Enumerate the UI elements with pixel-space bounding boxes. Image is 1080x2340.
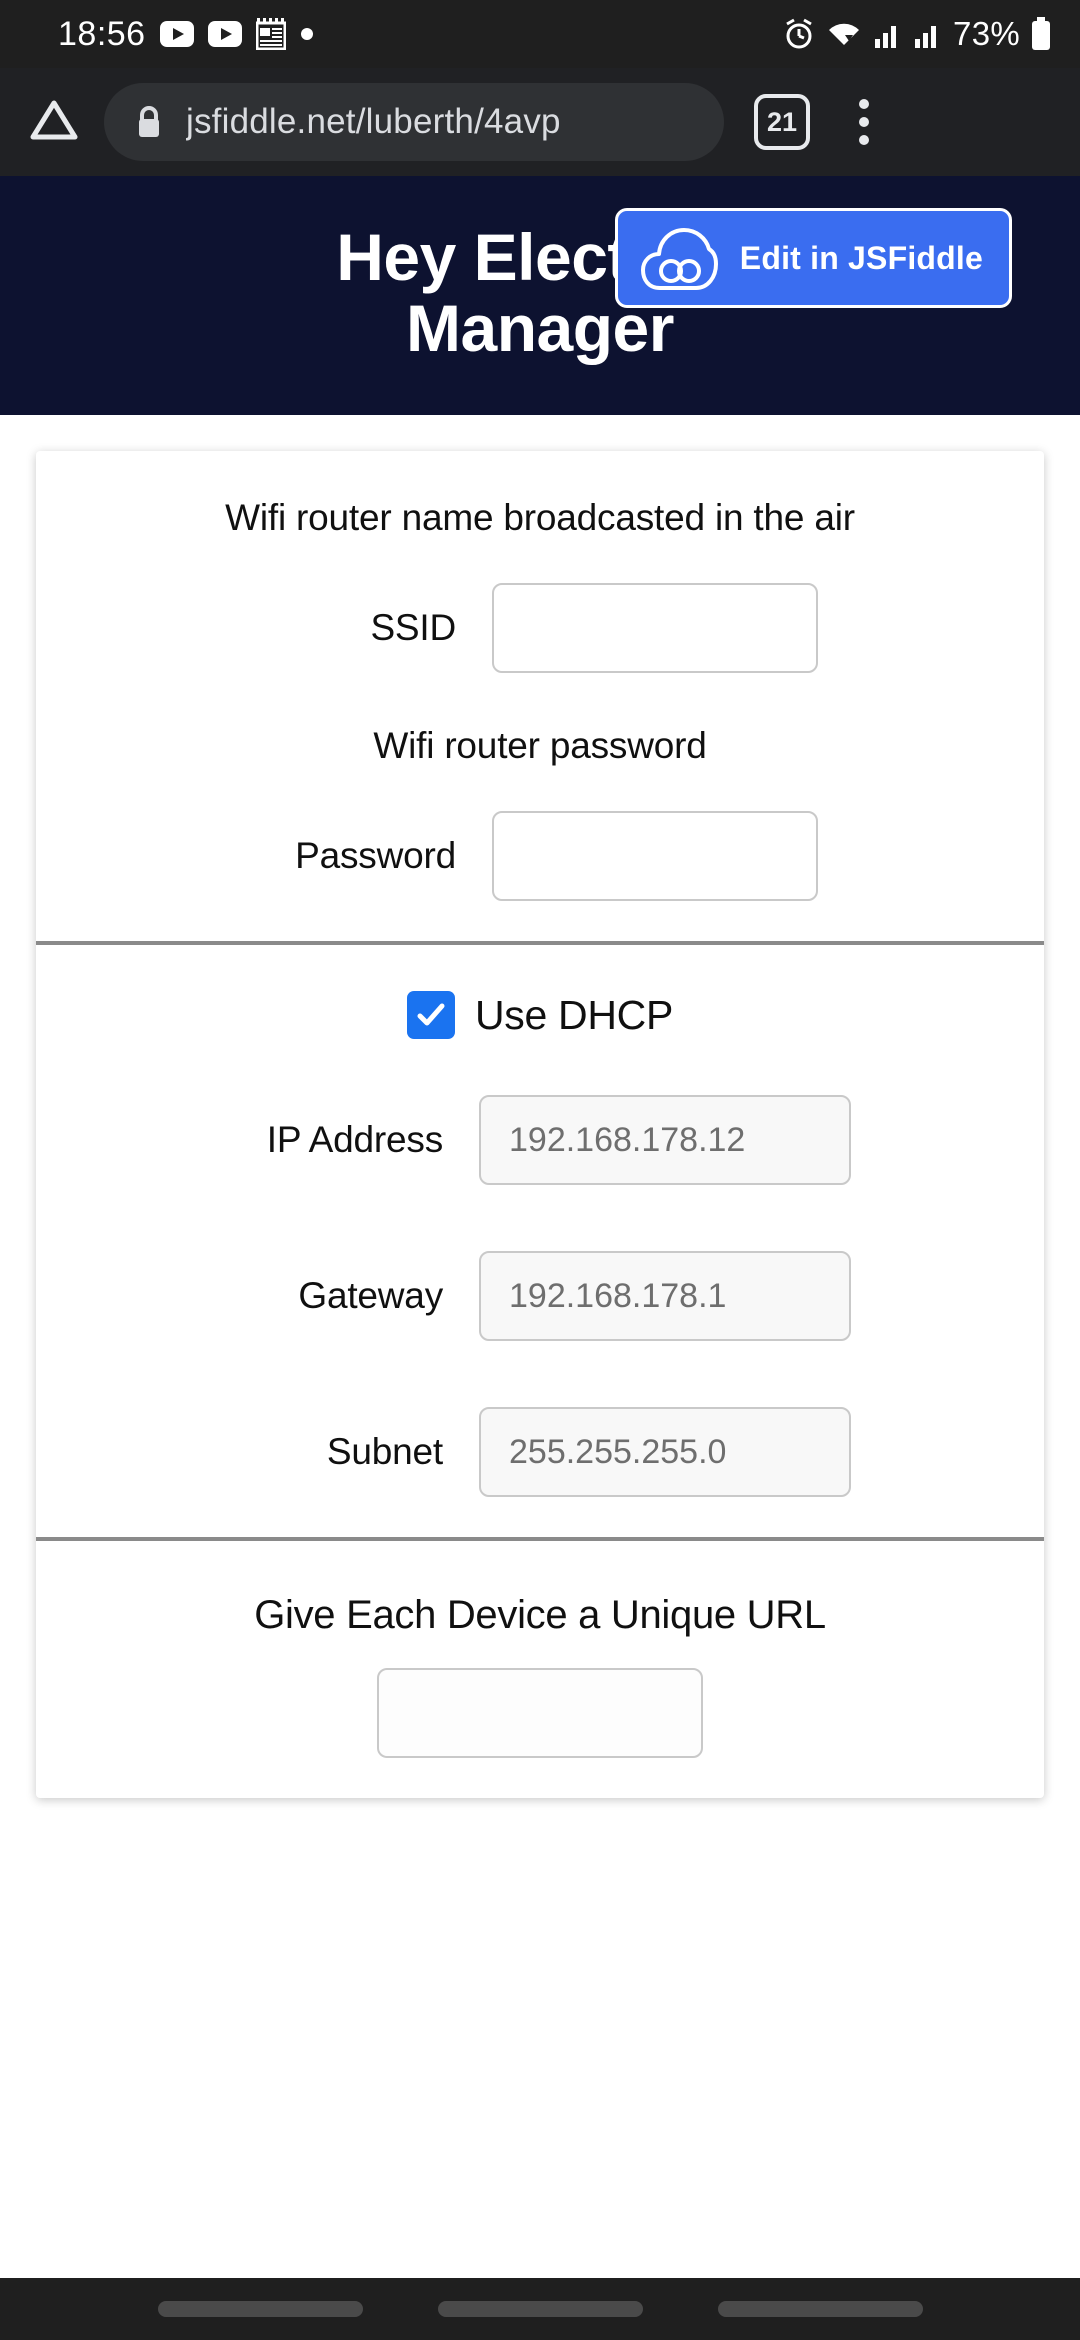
unique-url-input[interactable] xyxy=(377,1668,703,1759)
ssid-label: SSID xyxy=(370,607,456,649)
form-card-wrapper: Wifi router name broadcasted in the air … xyxy=(0,415,1080,1799)
tab-count-label: 21 xyxy=(766,106,798,137)
battery-percent-label: 73% xyxy=(953,15,1020,52)
home-icon[interactable] xyxy=(18,86,90,158)
edit-in-jsfiddle-label: Edit in JSFiddle xyxy=(739,239,983,276)
battery-icon xyxy=(1030,17,1052,51)
use-dhcp-label: Use DHCP xyxy=(474,991,674,1038)
unique-url-section: Give Each Device a Unique URL xyxy=(36,1537,1044,1798)
wifi-icon xyxy=(825,19,863,49)
password-hint: Wifi router password xyxy=(373,725,707,767)
android-nav-bar xyxy=(0,2278,1080,2340)
jsfiddle-cloud-icon xyxy=(640,222,718,294)
url-text: jsfiddle.net/luberth/4avp xyxy=(186,102,561,141)
subnet-label: Subnet xyxy=(326,1431,443,1473)
nav-recents-button[interactable] xyxy=(157,2301,363,2317)
omnibox[interactable]: jsfiddle.net/luberth/4avp xyxy=(104,83,724,161)
use-dhcp-row[interactable]: Use DHCP xyxy=(60,991,1020,1040)
password-input[interactable] xyxy=(492,811,818,902)
unique-url-title: Give Each Device a Unique URL xyxy=(254,1593,826,1638)
password-label: Password xyxy=(295,835,456,877)
status-bar-left: 18:56 xyxy=(58,15,314,54)
tab-counter-button[interactable]: 21 xyxy=(754,94,810,150)
password-field-row: Password xyxy=(60,811,1020,902)
dot-icon xyxy=(300,27,314,41)
subnet-field-row: Subnet xyxy=(60,1407,1020,1498)
status-bar-right: 73% xyxy=(783,15,1052,53)
news-icon xyxy=(255,18,286,50)
android-status-bar: 18:56 73% xyxy=(0,0,1080,68)
lock-icon xyxy=(134,104,164,140)
ip-address-field-row: IP Address xyxy=(60,1095,1020,1186)
ssid-input[interactable] xyxy=(492,583,818,674)
network-section: Use DHCP IP Address Gateway Subnet xyxy=(36,941,1044,1537)
use-dhcp-checkbox[interactable] xyxy=(406,991,455,1040)
phone-screen: 18:56 73% jsfiddle.net/luberth/4avp 21 H… xyxy=(0,0,1080,2340)
overflow-menu-icon[interactable] xyxy=(832,86,896,158)
gateway-field-row: Gateway xyxy=(60,1251,1020,1342)
nav-home-button[interactable] xyxy=(437,2301,643,2317)
gateway-label: Gateway xyxy=(298,1275,443,1317)
status-bar-clock: 18:56 xyxy=(58,14,146,53)
nav-back-button[interactable] xyxy=(717,2301,923,2317)
gateway-input[interactable] xyxy=(479,1251,851,1342)
page-header: Hey Electra, I Manager Edit in JSFiddle xyxy=(0,176,1080,416)
signal-icon xyxy=(873,19,903,49)
signal-icon xyxy=(913,19,943,49)
youtube-icon xyxy=(207,21,242,47)
subnet-input[interactable] xyxy=(479,1407,851,1498)
alarm-icon xyxy=(783,18,815,50)
edit-in-jsfiddle-button[interactable]: Edit in JSFiddle xyxy=(614,208,1012,308)
ssid-field-row: SSID xyxy=(60,583,1020,674)
browser-toolbar: jsfiddle.net/luberth/4avp 21 xyxy=(0,68,1080,176)
wifi-section: Wifi router name broadcasted in the air … xyxy=(36,451,1044,941)
ip-address-input[interactable] xyxy=(479,1095,851,1186)
ip-address-label: IP Address xyxy=(266,1119,443,1161)
youtube-icon xyxy=(159,21,194,47)
ssid-hint: Wifi router name broadcasted in the air xyxy=(225,497,855,539)
settings-card: Wifi router name broadcasted in the air … xyxy=(36,451,1044,1799)
